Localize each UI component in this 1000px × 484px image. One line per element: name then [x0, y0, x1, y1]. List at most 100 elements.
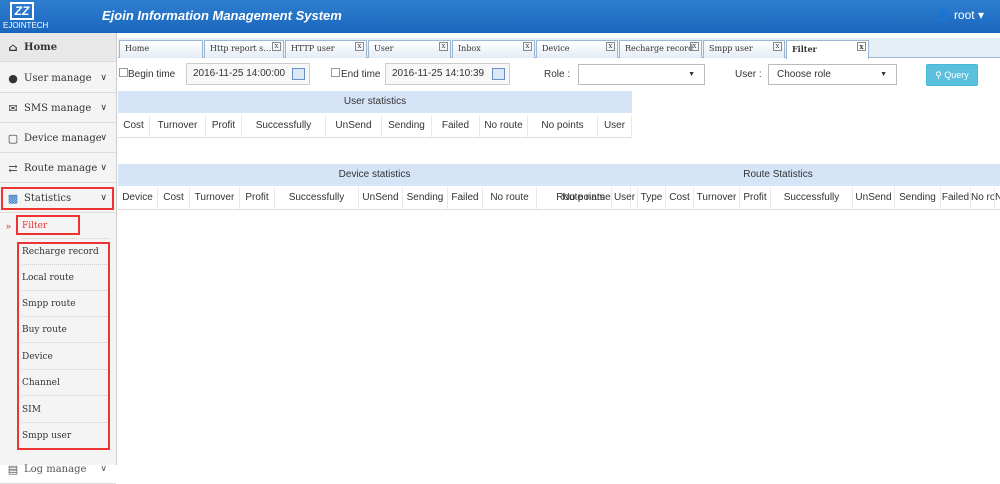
sidebar-item-label: User manage: [24, 73, 92, 84]
chevron-down-icon: ∨: [100, 163, 107, 173]
close-icon[interactable]: x: [606, 42, 615, 51]
query-button[interactable]: ⚲ Query: [926, 64, 978, 86]
tab-inbox[interactable]: Inbox x: [452, 40, 535, 58]
column-header: Successfully: [275, 187, 359, 209]
envelope-icon: ✉: [8, 102, 18, 115]
sidebar-item-home[interactable]: ⌂ Home: [0, 33, 116, 62]
sidebar-subitem-local-route[interactable]: Local route: [22, 265, 109, 291]
column-header: Failed: [432, 115, 480, 137]
close-icon[interactable]: x: [523, 42, 532, 51]
chevron-down-icon: ∨: [100, 464, 107, 474]
home-icon: ⌂: [8, 41, 18, 54]
role-select[interactable]: ▼: [578, 64, 705, 85]
end-time-checkbox[interactable]: [331, 68, 340, 77]
divider: [118, 137, 632, 138]
column-header: Profit: [206, 115, 242, 137]
close-icon[interactable]: x: [857, 42, 866, 51]
column-header: Sending: [382, 115, 432, 137]
sidebar-item-user-manage[interactable]: ● User manage ∨: [0, 64, 116, 93]
route-statistics-header: Route Statistics: [556, 164, 1000, 186]
close-icon[interactable]: x: [773, 42, 782, 51]
column-header: Cost: [118, 115, 150, 137]
sidebar-item-statistics[interactable]: ▩ Statistics ∨: [0, 184, 116, 213]
tab-http-user[interactable]: HTTP user x: [285, 40, 367, 58]
begin-time-checkbox[interactable]: [119, 68, 128, 77]
close-icon[interactable]: x: [439, 42, 448, 51]
column-header: Turnover: [694, 187, 740, 209]
user-icon: 👤: [935, 8, 951, 22]
user-select[interactable]: Choose role ▼: [768, 64, 897, 85]
column-header: Profit: [740, 187, 771, 209]
column-header: User: [598, 115, 632, 137]
column-header: Type: [638, 187, 666, 209]
sidebar-subitem-recharge-record[interactable]: Recharge record: [22, 239, 109, 265]
tab-device[interactable]: Device x: [536, 40, 618, 58]
tab-home[interactable]: Home: [119, 40, 203, 58]
user-statistics-columns: Cost Turnover Profit Successfully UnSend…: [118, 115, 632, 137]
chevron-down-icon: ∨: [100, 73, 107, 83]
device-statistics-header: Device statistics: [118, 164, 631, 186]
calendar-icon[interactable]: [492, 68, 505, 80]
column-header: Failed: [448, 187, 483, 209]
sidebar-item-device-manage[interactable]: ▢ Device manage ∨: [0, 124, 116, 153]
calendar-icon[interactable]: [292, 68, 305, 80]
column-header: Sending: [403, 187, 448, 209]
monitor-icon: ▢: [7, 132, 19, 145]
user-name: root: [953, 8, 975, 22]
app-title: Ejoin Information Management System: [102, 8, 342, 23]
tab-user[interactable]: User x: [368, 40, 451, 58]
sidebar-item-label: Device manage: [24, 133, 102, 144]
column-header: No: [995, 192, 1000, 203]
column-header: No route: [483, 187, 537, 209]
sidebar-item-log-manage[interactable]: ▤ Log manage ∨: [0, 455, 116, 484]
route-statistics-columns: Route name User Type Cost Turnover Profi…: [556, 187, 1000, 209]
column-header: Sending: [895, 187, 941, 209]
sidebar-item-label: SMS manage: [24, 103, 92, 114]
user-menu[interactable]: 👤 root ▾: [936, 8, 984, 22]
chevron-down-icon: ∨: [100, 193, 107, 203]
sidebar-item-sms-manage[interactable]: ✉ SMS manage ∨: [0, 94, 116, 123]
tab-filter[interactable]: Filter x: [786, 40, 869, 59]
column-header: No points: [528, 115, 598, 137]
column-header: Device: [118, 187, 158, 209]
close-icon[interactable]: x: [690, 42, 699, 51]
bar-chart-icon: ▩: [7, 192, 19, 205]
sidebar-subitem-smpp-route[interactable]: Smpp route: [22, 291, 109, 317]
sidebar-subitem-sim[interactable]: SIM: [22, 397, 109, 423]
column-header: Cost: [158, 187, 190, 209]
sidebar: ⌂ Home ● User manage ∨ ✉ SMS manage ∨ ▢ …: [0, 33, 117, 484]
caret-down-icon: ▾: [977, 8, 984, 22]
tab-http-report[interactable]: Http report s… x: [204, 40, 284, 58]
sidebar-subitem-filter[interactable]: Filter: [22, 213, 109, 239]
sidebar-item-route-manage[interactable]: ⇄ Route manage ∨: [0, 154, 116, 183]
begin-time-input[interactable]: 2016-11-25 14:00:00: [186, 63, 310, 85]
column-header: Profit: [240, 187, 275, 209]
begin-time-label: Begin time: [128, 69, 176, 80]
tab-smpp-user[interactable]: Smpp user x: [703, 40, 785, 58]
sidebar-item-label: Statistics: [24, 193, 72, 204]
sidebar-subitem-device[interactable]: Device: [22, 344, 109, 370]
caret-down-icon: ▼: [688, 71, 695, 78]
search-icon: ⚲: [935, 70, 942, 80]
sidebar-subitem-channel[interactable]: Channel: [22, 370, 109, 396]
close-icon[interactable]: x: [272, 42, 281, 51]
tab-recharge-record[interactable]: Recharge record x: [619, 40, 702, 58]
column-header: No route: [971, 187, 995, 209]
document-icon: ▤: [7, 463, 19, 476]
top-bar: ZZ EJOINTECH Ejoin Information Managemen…: [0, 0, 1000, 33]
role-label: Role :: [544, 69, 571, 80]
tab-bar: Home Http report s… x HTTP user x User x In…: [118, 38, 1000, 59]
sidebar-subitem-smpp-user[interactable]: Smpp user: [22, 423, 109, 449]
chevron-down-icon: ∨: [100, 133, 107, 143]
caret-down-icon: ▼: [880, 71, 887, 78]
chevron-down-icon: ∨: [100, 103, 107, 113]
column-header: No route: [480, 115, 528, 137]
column-header: UnSend: [359, 187, 403, 209]
sidebar-subitem-buy-route[interactable]: Buy route: [22, 317, 109, 343]
close-icon[interactable]: x: [355, 42, 364, 51]
user-icon: ●: [8, 72, 18, 85]
column-header: Cost: [666, 187, 694, 209]
logo: ZZ EJOINTECH: [3, 2, 48, 32]
sidebar-item-label: Home: [24, 42, 58, 53]
end-time-input[interactable]: 2016-11-25 14:10:39: [385, 63, 510, 85]
